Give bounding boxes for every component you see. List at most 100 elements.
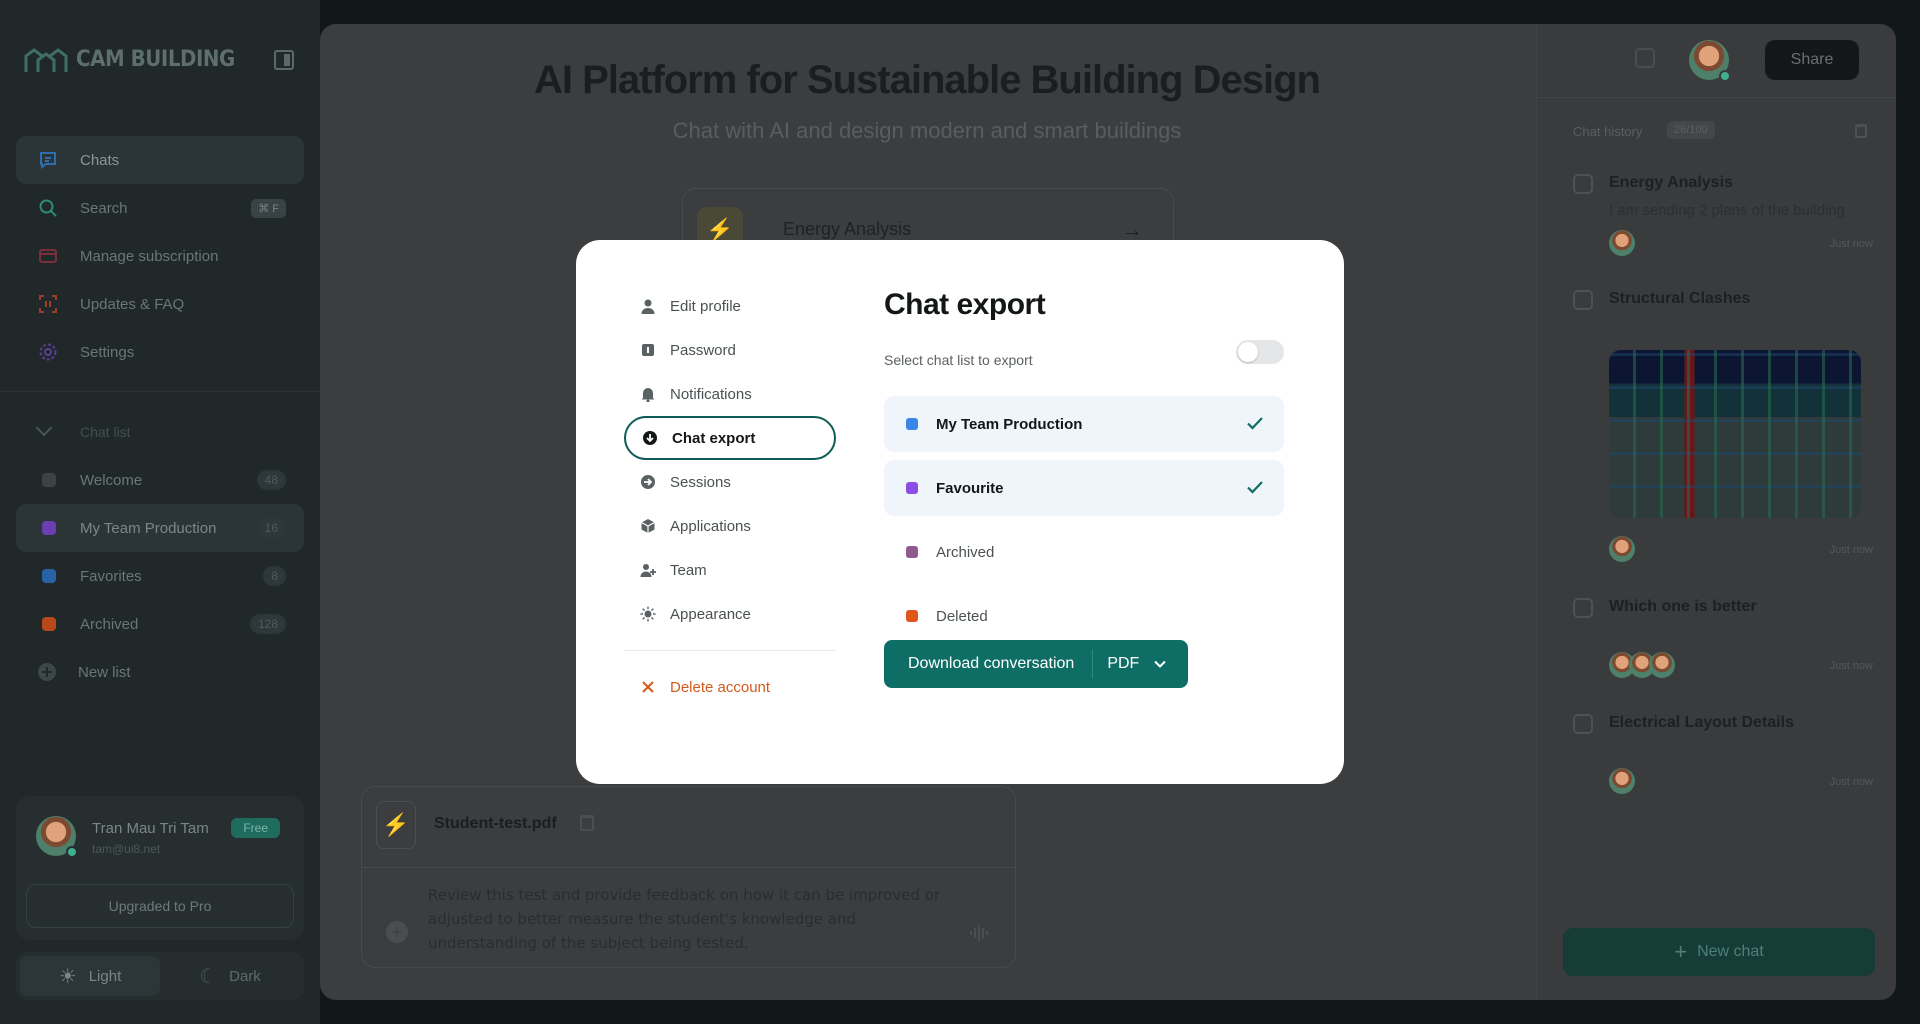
close-icon bbox=[640, 679, 656, 695]
sun-icon bbox=[640, 606, 656, 622]
checkbox[interactable] bbox=[1573, 714, 1593, 734]
attachment-name: Student-test.pdf bbox=[434, 815, 557, 832]
export-option-archived[interactable]: Archived bbox=[884, 524, 1284, 580]
theme-light-button[interactable]: ☀ Light bbox=[20, 956, 160, 996]
history-item[interactable]: Electrical Layout Details Please pay att… bbox=[1573, 714, 1873, 804]
lock-icon bbox=[640, 342, 656, 358]
list-item-welcome[interactable]: Welcome 48 bbox=[16, 456, 304, 504]
history-preview: Analyze the provided BIM model image and… bbox=[1609, 316, 1867, 330]
new-chat-button[interactable]: + New chat bbox=[1563, 928, 1875, 976]
new-window-icon[interactable] bbox=[1635, 48, 1655, 68]
list-item-favorites[interactable]: Favorites 8 bbox=[16, 552, 304, 600]
avatar[interactable] bbox=[1689, 40, 1731, 82]
history-time: Just now bbox=[1829, 776, 1873, 788]
brand-logo[interactable]: CAM BUILDING bbox=[24, 44, 252, 74]
upgrade-button[interactable]: Upgraded to Pro bbox=[26, 884, 294, 928]
sun-icon: ☀ bbox=[58, 965, 77, 988]
bim-model-image[interactable] bbox=[1609, 350, 1861, 518]
nav-settings[interactable]: Settings bbox=[16, 328, 304, 376]
list-color-dot bbox=[906, 418, 918, 430]
history-time: Just now bbox=[1829, 660, 1873, 672]
menu-edit-profile[interactable]: Edit profile bbox=[624, 284, 836, 328]
composer-divider bbox=[362, 867, 1015, 868]
export-option-my-team-production[interactable]: My Team Production bbox=[884, 396, 1284, 452]
export-option-deleted[interactable]: Deleted bbox=[884, 588, 1284, 644]
delete-account-button[interactable]: Delete account bbox=[624, 665, 836, 709]
nav-manage-subscription[interactable]: Manage subscription bbox=[16, 232, 304, 280]
list-color-dot bbox=[906, 546, 918, 558]
add-attachment-button[interactable]: + bbox=[386, 921, 408, 943]
history-item[interactable]: Which one is better I have two MEP (Mech… bbox=[1573, 598, 1873, 688]
share-button[interactable]: Share bbox=[1765, 40, 1859, 80]
history-item[interactable]: Energy Analysis I am sending 2 plans of … bbox=[1573, 174, 1873, 274]
settings-modal: Edit profile Password Notifications Chat… bbox=[576, 240, 1344, 784]
select-all-toggle[interactable] bbox=[1236, 340, 1284, 364]
list-color-dot bbox=[42, 473, 56, 487]
avatar bbox=[1609, 536, 1635, 562]
chevron-down-icon bbox=[1154, 660, 1167, 668]
menu-team[interactable]: Team bbox=[624, 548, 836, 592]
option-label: Favourite bbox=[936, 479, 1004, 497]
history-toolbar: Share bbox=[1537, 24, 1896, 98]
avatar bbox=[1609, 230, 1635, 256]
message-composer: ⚡ Student-test.pdf + Review this test an… bbox=[361, 786, 1016, 968]
menu-appearance[interactable]: Appearance bbox=[624, 592, 836, 636]
format-select[interactable]: PDF bbox=[1093, 655, 1167, 673]
sidebar-toggle-icon[interactable] bbox=[274, 50, 294, 70]
history-preview: I have two MEP (Mechanical, Electrical, … bbox=[1609, 624, 1867, 638]
shortcut-badge: ⌘ F bbox=[251, 198, 286, 218]
theme-dark-button[interactable]: ☾ Dark bbox=[160, 956, 300, 996]
nav-updates-faq[interactable]: Updates & FAQ bbox=[16, 280, 304, 328]
chevron-down-icon bbox=[35, 419, 53, 437]
menu-chat-export[interactable]: Chat export bbox=[624, 416, 836, 460]
download-button-group: Download conversation PDF bbox=[884, 640, 1188, 688]
message-input[interactable]: Review this test and provide feedback on… bbox=[428, 883, 948, 955]
export-options: My Team Production Favourite Archived De… bbox=[884, 396, 1284, 652]
menu-divider bbox=[624, 650, 836, 651]
brand-name: CAM BUILDING bbox=[76, 46, 235, 72]
select-label: Select chat list to export bbox=[884, 352, 1033, 368]
history-label: Chat history bbox=[1573, 124, 1643, 139]
chat-bubble-icon bbox=[38, 150, 58, 170]
settings-menu: Edit profile Password Notifications Chat… bbox=[624, 284, 836, 709]
page-title: AI Platform for Sustainable Building Des… bbox=[534, 58, 1321, 102]
voice-wave-icon[interactable] bbox=[969, 923, 991, 949]
trash-icon[interactable] bbox=[1855, 124, 1867, 138]
menu-label: Notifications bbox=[670, 385, 752, 403]
check-icon bbox=[1247, 417, 1263, 430]
plan-badge: Free bbox=[231, 818, 280, 838]
list-color-dot bbox=[42, 569, 56, 583]
download-conversation-button[interactable]: Download conversation bbox=[884, 650, 1094, 678]
nav-label: Manage subscription bbox=[80, 247, 219, 265]
moon-icon: ☾ bbox=[199, 965, 218, 988]
gear-icon bbox=[38, 342, 58, 362]
history-preview: I am sending 2 plans of the building bbox=[1609, 202, 1845, 219]
sidebar-divider bbox=[0, 391, 320, 392]
plus-icon: + bbox=[1674, 939, 1688, 964]
list-color-dot bbox=[906, 610, 918, 622]
new-list-button[interactable]: New list bbox=[16, 648, 304, 696]
chat-list-toggle[interactable]: Chat list bbox=[16, 408, 304, 456]
nav-search[interactable]: Search ⌘ F bbox=[16, 184, 304, 232]
nav-chats[interactable]: Chats bbox=[16, 136, 304, 184]
checkbox[interactable] bbox=[1573, 598, 1593, 618]
history-title: Structural Clashes bbox=[1609, 290, 1751, 307]
history-item[interactable]: Structural Clashes Analyze the provided … bbox=[1573, 290, 1873, 570]
list-item-my-team-production[interactable]: My Team Production 16 bbox=[16, 504, 304, 552]
trash-icon[interactable] bbox=[580, 815, 594, 831]
menu-sessions[interactable]: Sessions bbox=[624, 460, 836, 504]
chat-history-panel: Share Chat history 26/100 Energy Analysi… bbox=[1536, 24, 1896, 1000]
menu-password[interactable]: Password bbox=[624, 328, 836, 372]
menu-notifications[interactable]: Notifications bbox=[624, 372, 836, 416]
checkbox[interactable] bbox=[1573, 290, 1593, 310]
menu-applications[interactable]: Applications bbox=[624, 504, 836, 548]
avatar[interactable] bbox=[36, 816, 78, 858]
checkbox[interactable] bbox=[1573, 174, 1593, 194]
export-option-favourite[interactable]: Favourite bbox=[884, 460, 1284, 516]
list-item-archived[interactable]: Archived 128 bbox=[16, 600, 304, 648]
list-count: 16 bbox=[256, 518, 286, 538]
list-color-dot bbox=[42, 617, 56, 631]
new-chat-label: New chat bbox=[1697, 943, 1764, 960]
main-nav: Chats Search ⌘ F Manage subscription Upd… bbox=[16, 136, 304, 376]
online-indicator bbox=[1719, 70, 1731, 82]
